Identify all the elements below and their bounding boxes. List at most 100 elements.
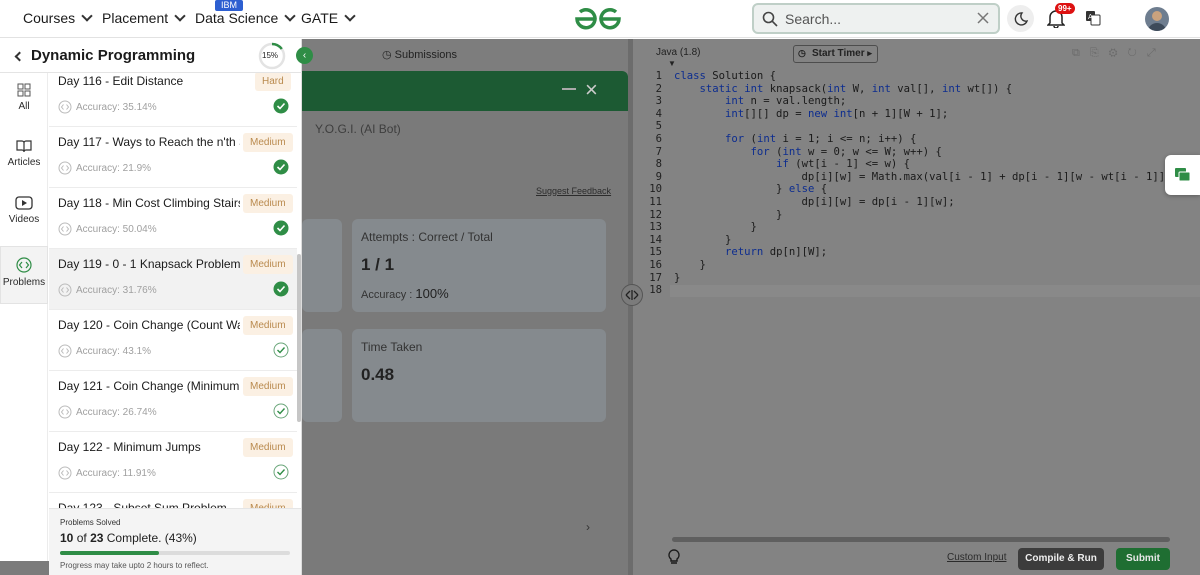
book-icon <box>16 140 32 153</box>
line-number: 3 <box>655 95 662 108</box>
nav-placement[interactable]: Placement <box>102 10 186 26</box>
search-input[interactable]: Search... <box>752 3 1000 34</box>
code-line[interactable]: static int knapsack(int W, int val[], in… <box>674 83 1013 95</box>
code-line[interactable]: int n = val.length; <box>674 95 846 107</box>
line-number: 6 <box>655 133 662 145</box>
clock-icon: ◷ <box>798 48 806 58</box>
list-item[interactable]: Day 117 - Ways to Reach the n'th StairMe… <box>49 127 297 188</box>
tab-submissions[interactable]: ◷ Submissions <box>382 48 457 61</box>
line-number: 10 <box>649 183 662 196</box>
code-line[interactable]: for (int i = 1; i <= n; i++) { <box>674 133 916 145</box>
accuracy-text: Accuracy: 31.76% <box>76 285 157 296</box>
line-number: 13 <box>649 221 662 234</box>
solved-count: 10 <box>60 531 74 545</box>
list-item[interactable]: Day 119 - 0 - 1 Knapsack Problem Medium Ac… <box>49 249 297 310</box>
translate-icon[interactable]: A <box>1085 10 1101 26</box>
list-item[interactable]: Day 118 - Min Cost Climbing Stairs Medium… <box>49 188 297 249</box>
submit-button[interactable]: Submit <box>1116 548 1170 570</box>
code-line[interactable]: dp[i][w] = dp[i - 1][w]; <box>674 196 955 208</box>
close-icon[interactable]: × <box>585 77 598 103</box>
code-line[interactable]: } else { <box>674 183 827 195</box>
difficulty-badge: Hard <box>255 73 291 91</box>
resize-handle[interactable] <box>621 284 643 306</box>
chevron-down-icon <box>344 10 356 22</box>
time-card: Time Taken 0.48 <box>352 329 606 422</box>
compile-run-button[interactable]: Compile & Run <box>1018 548 1104 570</box>
tab-yogi-ai-bot[interactable]: Y.O.G.I. (AI Bot) <box>315 122 401 136</box>
line-number: 14 <box>649 233 662 246</box>
start-timer-button[interactable]: ◷ Start Timer ▸ <box>793 45 878 63</box>
page-title: Dynamic Programming <box>31 47 196 64</box>
sidebar-item-label: Videos <box>8 214 40 225</box>
sidebar-item-articles[interactable]: Articles <box>0 129 48 187</box>
caret-down-icon: ▼ <box>668 59 676 68</box>
custom-input-link[interactable]: Custom Input <box>947 552 1006 563</box>
sidebar-item-videos[interactable]: Videos <box>0 186 48 244</box>
code-line[interactable]: class Solution { <box>674 70 776 82</box>
list-item[interactable]: Day 116 - Edit Distance Hard Accuracy: 35.… <box>49 73 297 127</box>
category-sidebar: All Articles Videos Problems <box>0 73 48 575</box>
gfg-logo[interactable] <box>573 6 623 32</box>
minimize-icon[interactable] <box>562 88 576 90</box>
back-chevron-icon[interactable] <box>14 51 25 62</box>
editor-toolbar-icons[interactable]: ⧉⎘⚙↻⤢ <box>1072 47 1166 60</box>
code-icon <box>16 257 32 273</box>
solved-check-icon <box>273 220 289 236</box>
list-item[interactable]: Day 121 - Coin Change (Minimum Coins)Med… <box>49 371 297 432</box>
code-line[interactable]: return dp[n][W]; <box>674 246 827 258</box>
panel-collapse-button[interactable]: ‹ <box>296 47 313 64</box>
sidebar-item-problems[interactable]: Problems <box>0 246 48 304</box>
avatar[interactable] <box>1145 7 1169 31</box>
line-number: 11 <box>649 196 662 208</box>
accuracy-text: Accuracy: 21.9% <box>76 163 152 174</box>
suggest-feedback-link[interactable]: Suggest Feedback <box>536 186 611 196</box>
time-value: 0.48 <box>361 365 395 384</box>
chevron-down-icon <box>81 10 93 22</box>
result-modal-header: × <box>302 71 628 111</box>
code-line[interactable]: } <box>674 209 782 221</box>
accuracy-text: Accuracy: 50.04% <box>76 224 157 235</box>
code-icon <box>58 222 72 236</box>
code-line[interactable]: } <box>674 221 757 233</box>
accuracy-text: Accuracy: 43.1% <box>76 346 152 357</box>
sidebar-item-all[interactable]: All <box>0 73 48 131</box>
code-line[interactable]: } <box>674 272 680 284</box>
list-item[interactable]: Day 122 - Minimum Jumps Medium Accuracy: 1… <box>49 432 297 493</box>
unsolved-check-icon <box>273 342 289 358</box>
code-icon <box>58 466 72 480</box>
chat-button[interactable] <box>1165 155 1200 195</box>
horizontal-scrollbar[interactable] <box>672 537 1170 542</box>
line-number: 18 <box>649 284 662 297</box>
nav-courses[interactable]: Courses <box>23 10 93 26</box>
overlay-strip <box>0 561 49 575</box>
code-line[interactable]: if (wt[i - 1] <= w) { <box>674 158 910 170</box>
lightbulb-icon[interactable] <box>666 548 682 566</box>
progress-bar <box>60 551 290 555</box>
complete-text: Complete. (43%) <box>106 531 197 545</box>
close-icon[interactable] <box>976 11 990 25</box>
code-line[interactable]: } <box>674 234 731 246</box>
line-number: 8 <box>655 158 662 171</box>
code-line[interactable]: } <box>674 259 706 271</box>
problems-solved-label: Problems Solved <box>60 518 121 527</box>
code-line[interactable]: int[][] dp = new int[n + 1][W + 1]; <box>674 108 948 120</box>
list-item[interactable]: Day 120 - Coin Change (Count Ways) Medium… <box>49 310 297 371</box>
problem-list: Day 116 - Edit Distance Hard Accuracy: 35.… <box>49 73 297 575</box>
code-line[interactable]: for (int w = 0; w <= W; w++) { <box>674 146 942 158</box>
top-navbar: Courses Placement IBM Data Science GATE … <box>0 0 1200 38</box>
accuracy-value: 100% <box>415 286 449 301</box>
panel-header: Dynamic Programming 15% <box>0 39 302 73</box>
nav-data-science[interactable]: Data Science <box>195 10 296 26</box>
list-scrollbar[interactable] <box>297 254 301 422</box>
nav-gate[interactable]: GATE <box>301 10 356 26</box>
difficulty-badge: Medium <box>243 377 293 396</box>
language-select[interactable]: Java (1.8) ▼ <box>650 45 728 68</box>
problem-title: Day 119 - 0 - 1 Knapsack Problem <box>58 257 240 271</box>
theme-toggle-button[interactable] <box>1007 5 1034 32</box>
problem-title: Day 117 - Ways to Reach the n'th Stair <box>58 135 240 149</box>
code-line[interactable]: dp[i][w] = Math.max(val[i - 1] + dp[i - … <box>674 171 1191 183</box>
line-number: 5 <box>655 120 662 133</box>
chevron-right-icon[interactable]: › <box>586 520 590 534</box>
video-icon <box>15 196 33 210</box>
progress-footer: Problems Solved 10 of 23 Complete. (43%)… <box>49 508 301 575</box>
